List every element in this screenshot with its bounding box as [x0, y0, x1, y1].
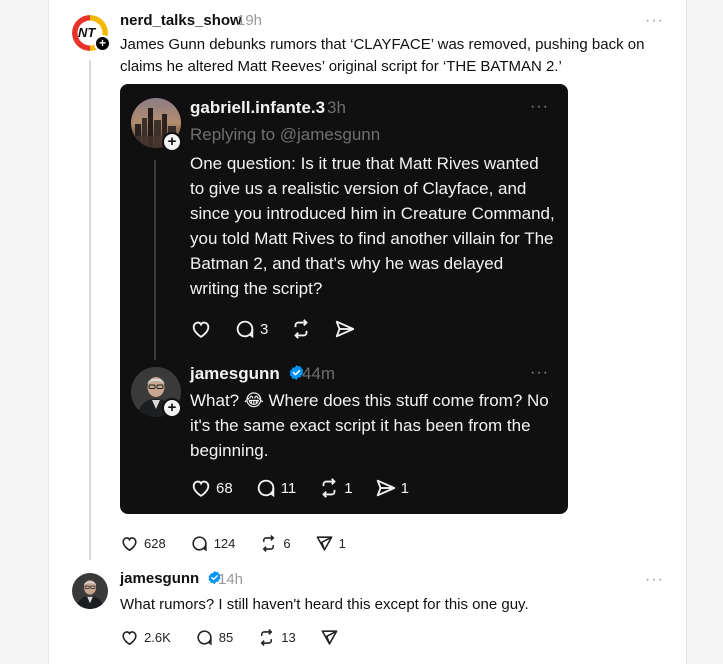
replying-to-label: Replying to @jamesgunn [190, 125, 381, 144]
follow-plus-icon[interactable]: + [94, 35, 111, 52]
comment-button[interactable]: 3 [234, 318, 268, 340]
repost-icon [322, 478, 337, 498]
comment-actions: 3 [190, 318, 378, 340]
like-button[interactable]: 2.6K [120, 628, 171, 647]
post-actions: 628 124 6 1 [120, 534, 370, 553]
post-username[interactable]: nerd_talks_show [120, 12, 242, 29]
reply-count: 3 [260, 320, 269, 338]
embedded-screenshot[interactable]: + gabriell.infante.3 3h ··· Replying to … [120, 84, 568, 514]
repost-button[interactable]: 13 [257, 628, 296, 647]
comment-button[interactable]: 11 [255, 477, 297, 499]
like-count: 2.6K [144, 630, 171, 645]
comment-button[interactable]: 124 [190, 534, 236, 553]
repost-button[interactable]: 6 [259, 534, 291, 553]
post-text: James Gunn debunks rumors that ‘CLAYFACE… [120, 36, 645, 75]
like-count: 628 [144, 536, 166, 551]
follow-plus-icon[interactable]: + [162, 398, 182, 418]
reply-username[interactable]: jamesgunn [190, 364, 305, 384]
like-button[interactable]: 68 [190, 477, 233, 499]
reply-text: What rumors? I still haven't heard this … [120, 596, 529, 613]
comment-text: One question: Is it true that Matt Rives… [190, 154, 555, 298]
repost-count: 1 [344, 479, 353, 497]
reply-username-text: jamesgunn [120, 570, 200, 587]
reply-text: What? 😂 Where does this stuff come from?… [190, 391, 549, 460]
share-count: 1 [338, 536, 346, 551]
commenter-username[interactable]: gabriell.infante.3 [190, 98, 325, 118]
comment-icon [257, 479, 274, 498]
repost-icon [294, 319, 309, 339]
comment-icon [192, 536, 207, 552]
post-timestamp[interactable]: 19h [237, 12, 262, 29]
share-button[interactable]: 1 [375, 477, 409, 499]
post-more-icon[interactable]: ··· [645, 13, 664, 29]
reply-more-icon[interactable]: ··· [645, 572, 664, 588]
share-count: 1 [400, 479, 409, 497]
reply-timestamp: 44m [302, 364, 336, 383]
reply-more-icon[interactable]: ··· [530, 365, 549, 381]
repost-button[interactable] [290, 318, 312, 340]
heart-icon [122, 631, 137, 646]
share-button[interactable] [334, 318, 356, 340]
avatar-initials: NT [78, 25, 96, 40]
share-icon [376, 479, 395, 497]
share-icon [321, 630, 338, 645]
heart-icon [192, 321, 210, 338]
reply-username[interactable]: jamesgunn [120, 570, 222, 587]
reply-count: 11 [280, 479, 297, 497]
reply-username-text: jamesgunn [190, 364, 280, 383]
repost-count: 6 [283, 536, 291, 551]
thread-line [89, 60, 91, 560]
repost-button[interactable]: 1 [318, 477, 353, 499]
repost-icon [260, 629, 273, 646]
thread-line [154, 160, 156, 360]
repost-count: 13 [281, 630, 296, 645]
like-count: 68 [216, 479, 233, 497]
share-icon [336, 320, 355, 338]
reply-timestamp[interactable]: 14h [218, 571, 243, 588]
person-photo-icon [72, 573, 108, 609]
like-button[interactable] [190, 318, 212, 340]
reply-count: 124 [213, 536, 236, 551]
share-icon [316, 536, 333, 551]
heart-icon [122, 537, 137, 552]
follow-plus-icon[interactable]: + [162, 132, 182, 152]
like-button[interactable]: 628 [120, 534, 166, 553]
share-button[interactable] [320, 628, 339, 647]
repost-icon [263, 535, 275, 552]
comment-icon [197, 630, 212, 646]
comment-more-icon[interactable]: ··· [530, 99, 549, 115]
reply-count: 85 [218, 630, 234, 645]
reply-author-avatar[interactable] [72, 573, 108, 609]
comment-timestamp: 3h [327, 98, 346, 117]
reply-actions: 68 11 1 1 [190, 477, 431, 499]
heart-icon [192, 480, 210, 497]
reply-actions: 2.6K 85 13 [120, 628, 363, 647]
share-button[interactable]: 1 [315, 534, 346, 553]
comment-button[interactable]: 85 [195, 628, 233, 647]
comment-icon [236, 320, 254, 339]
